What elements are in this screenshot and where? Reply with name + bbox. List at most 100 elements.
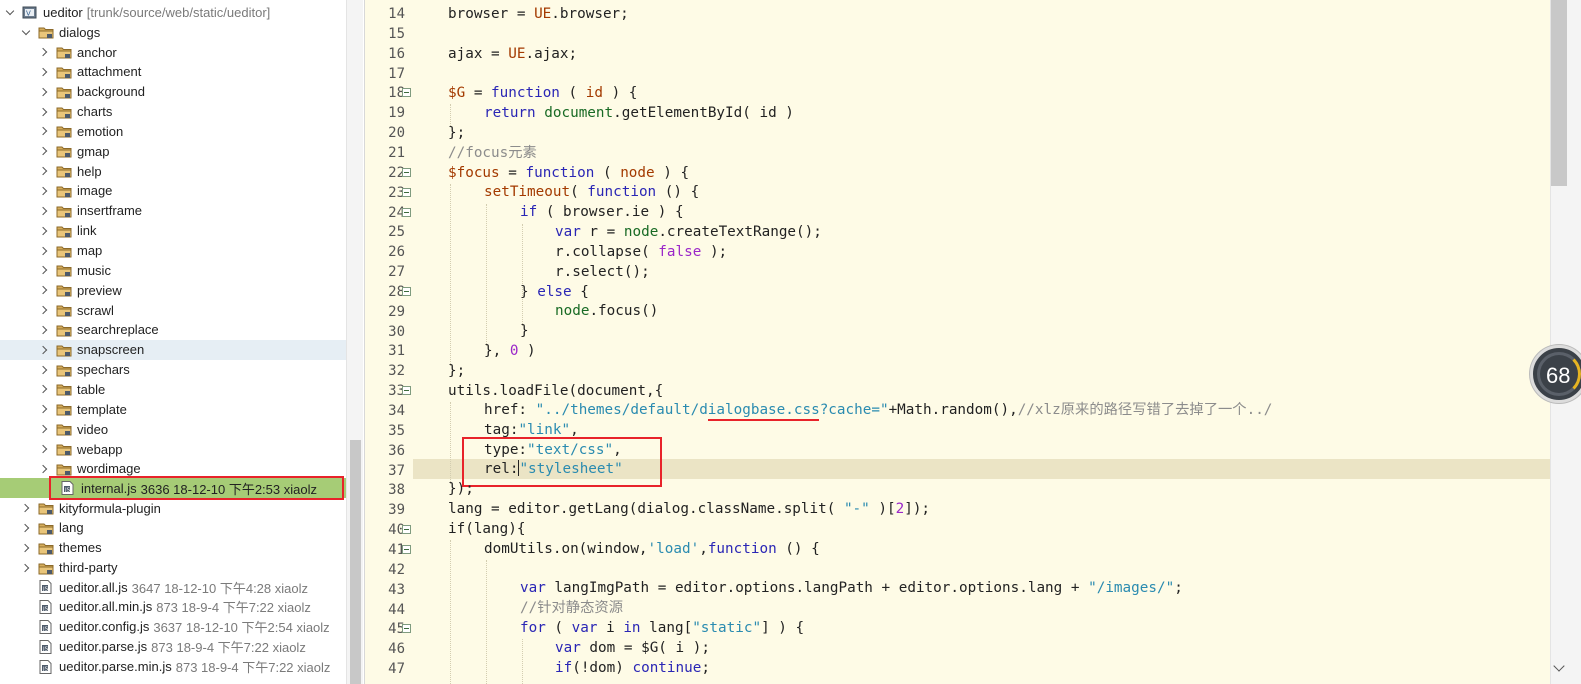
chevron-right-icon[interactable] (38, 161, 50, 181)
tree-folder-spechars[interactable]: spechars (0, 360, 346, 380)
code-line-20: }; (448, 123, 465, 143)
chevron-right-icon[interactable] (38, 181, 50, 201)
tree-folder-webapp[interactable]: webapp (0, 439, 346, 459)
chevron-right-icon[interactable] (38, 379, 50, 399)
fold-toggle-icon[interactable] (402, 187, 411, 197)
tree-folder-searchreplace[interactable]: searchreplace (0, 320, 346, 340)
chevron-down-icon[interactable] (20, 22, 32, 42)
chevron-right-icon[interactable] (38, 260, 50, 280)
fold-toggle-icon[interactable] (402, 88, 411, 98)
chevron-right-icon[interactable] (38, 241, 50, 261)
chevron-right-icon[interactable] (38, 439, 50, 459)
tree-folder-link[interactable]: link (0, 221, 346, 241)
chevron-right-icon[interactable] (38, 340, 50, 360)
chevron-right-icon[interactable] (38, 399, 50, 419)
code-token: .browser; (551, 6, 629, 22)
tree-folder-lang[interactable]: lang (0, 518, 346, 538)
tree-folder-themes[interactable]: themes (0, 538, 346, 558)
fold-toggle-icon[interactable] (402, 286, 411, 296)
tree-folder-snapscreen[interactable]: snapscreen (0, 339, 346, 360)
fold-toggle-icon[interactable] (402, 207, 411, 217)
tree-folder-help[interactable]: help (0, 161, 346, 181)
tree-label: emotion (77, 123, 124, 139)
chevron-right-icon[interactable] (38, 102, 50, 122)
tree-folder-dialogs[interactable]: dialogs (0, 22, 346, 42)
line-number: 38 (388, 482, 405, 499)
tree-folder-preview[interactable]: preview (0, 280, 346, 300)
tree-folder-emotion[interactable]: emotion (0, 121, 346, 141)
tree-folder-table[interactable]: table (0, 379, 346, 399)
tree-file-ueditor-config-js[interactable]: JS ueditor.config.js 3637 18-12-10 下午2:54 … (0, 617, 346, 637)
code-string: "../themes/default/dialogbase.css?cache=… (535, 402, 889, 418)
line-number: 45 (388, 621, 405, 638)
tree-folder-third-party[interactable]: third-party (0, 558, 346, 578)
chevron-right-icon[interactable] (38, 419, 50, 439)
editor-scrollbar[interactable] (1550, 0, 1581, 684)
code-line-16: ajax = UE.ajax; (448, 44, 577, 64)
chevron-down-icon[interactable] (4, 2, 16, 22)
code-comment: //focus元素 (448, 145, 537, 161)
code-token: node (623, 224, 659, 240)
tree-label: dialogs (59, 24, 101, 40)
chevron-right-icon[interactable] (38, 280, 50, 300)
explorer-scrollbar[interactable] (346, 0, 363, 684)
tree-folder-kityformula-plugin[interactable]: kityformula-plugin (0, 498, 346, 518)
tree-folder-image[interactable]: image (0, 181, 346, 201)
line-number: 42 (388, 561, 405, 578)
tree-folder-attachment[interactable]: attachment (0, 62, 346, 82)
line-number: 27 (388, 264, 405, 281)
tree-folder-map[interactable]: map (0, 241, 346, 261)
chevron-right-icon[interactable] (38, 42, 50, 62)
fold-toggle-icon[interactable] (402, 167, 411, 177)
tree-file-ueditor-all-min-js[interactable]: JS ueditor.all.min.js 873 18-9-4 下午7:22 xi… (0, 597, 346, 617)
chevron-right-icon[interactable] (38, 82, 50, 102)
fold-toggle-icon[interactable] (402, 525, 411, 535)
indent-guide (486, 560, 487, 684)
chevron-right-icon[interactable] (38, 201, 50, 221)
tree-file-ueditor-parse-min-js[interactable]: JS ueditor.parse.min.js 873 18-9-4 下午7:22 … (0, 657, 346, 677)
explorer-scrollbar-thumb[interactable] (350, 440, 361, 684)
chevron-right-icon[interactable] (38, 360, 50, 380)
scroll-down-arrow-icon[interactable] (1553, 660, 1565, 672)
tree-file-internal-js[interactable]: JS internal.js 3636 18-12-10 下午2:53 xiao… (0, 478, 346, 498)
chevron-right-icon[interactable] (38, 141, 50, 161)
code-line-44: //针对静态资源 (520, 598, 623, 618)
code-token: 2 (895, 501, 905, 517)
tree-folder-wordimage[interactable]: wordimage (0, 459, 346, 479)
tree-folder-template[interactable]: template (0, 399, 346, 419)
tree-folder-insertframe[interactable]: insertframe (0, 201, 346, 221)
fold-toggle-icon[interactable] (402, 624, 411, 634)
indent-guide (450, 540, 451, 684)
fold-toggle-icon[interactable] (402, 544, 411, 554)
editor-scrollbar-thumb[interactable] (1551, 0, 1567, 186)
code-token: ) { (602, 85, 638, 101)
code-token: document (544, 105, 614, 121)
tree-folder-gmap[interactable]: gmap (0, 141, 346, 161)
tree-folder-music[interactable]: music (0, 260, 346, 280)
chevron-right-icon[interactable] (38, 62, 50, 82)
chevron-right-icon[interactable] (38, 221, 50, 241)
tree-label: third-party (59, 560, 118, 576)
chevron-right-icon[interactable] (20, 518, 32, 538)
floating-gauge-widget[interactable]: 68 (1530, 345, 1581, 403)
chevron-right-icon[interactable] (38, 121, 50, 141)
code-editor[interactable]: 14 15 16 17 18 19 20 21 22 23 24 25 26 27 28 29 30 31 32 33… (364, 0, 1550, 684)
fold-toggle-icon[interactable] (402, 386, 411, 396)
tree-file-ueditor-parse-js[interactable]: JS ueditor.parse.js 873 18-9-4 下午7:22 xiao… (0, 637, 346, 657)
tree-folder-video[interactable]: video (0, 419, 346, 439)
tree-label: kityformula-plugin (59, 500, 161, 516)
line-number: 30 (388, 323, 405, 340)
chevron-right-icon[interactable] (20, 558, 32, 578)
tree-project-ueditor[interactable]: V ueditor [trunk/source/web/static/uedit… (0, 2, 346, 22)
tree-folder-background[interactable]: background (0, 82, 346, 102)
tree-folder-anchor[interactable]: anchor (0, 42, 346, 62)
tree-folder-scrawl[interactable]: scrawl (0, 300, 346, 320)
chevron-right-icon[interactable] (38, 300, 50, 320)
svg-text:JS: JS (42, 626, 49, 632)
chevron-right-icon[interactable] (38, 320, 50, 340)
tree-folder-charts[interactable]: charts (0, 102, 346, 122)
chevron-right-icon[interactable] (38, 459, 50, 479)
tree-file-ueditor-all-js[interactable]: JS ueditor.all.js 3647 18-12-10 下午4:28 xia… (0, 577, 346, 597)
chevron-right-icon[interactable] (20, 538, 32, 558)
chevron-right-icon[interactable] (20, 498, 32, 518)
